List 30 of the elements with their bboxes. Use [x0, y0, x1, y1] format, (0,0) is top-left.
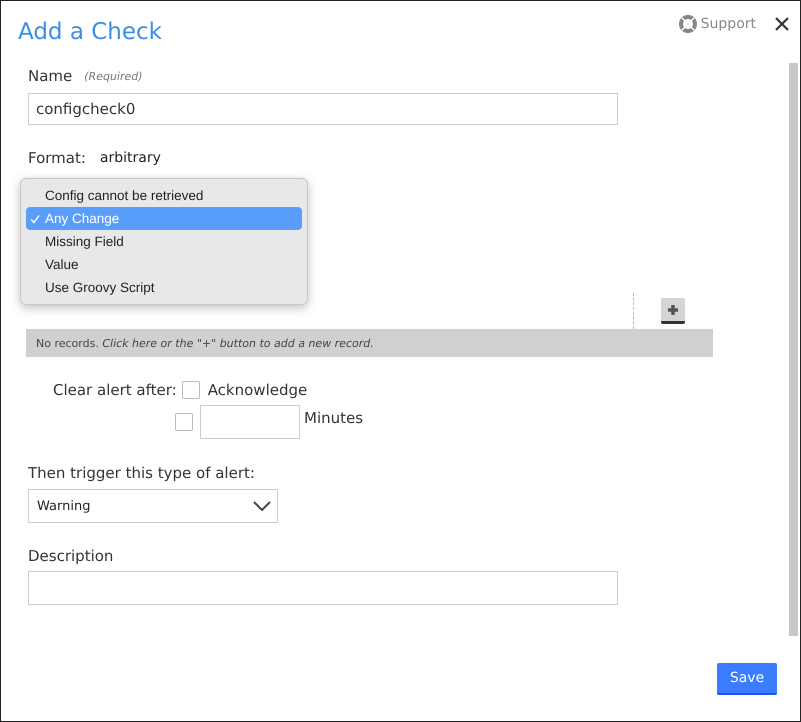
alert-type-select[interactable]: Warning [28, 489, 278, 523]
required-hint: (Required) [84, 70, 143, 82]
support-link[interactable]: Support [678, 15, 756, 33]
menu-option[interactable]: Missing Field [26, 230, 302, 253]
scrollbar[interactable] [789, 63, 798, 636]
minutes-field[interactable] [200, 405, 300, 439]
menu-option[interactable]: Use Groovy Script [26, 276, 302, 299]
minutes-checkbox[interactable] [175, 413, 193, 431]
acknowledge-checkbox[interactable] [182, 381, 200, 399]
minutes-label: Minutes [304, 409, 364, 427]
description-field[interactable] [28, 571, 618, 605]
name-field[interactable]: configcheck0 [28, 93, 618, 125]
checkmark-icon [30, 214, 40, 224]
save-button[interactable]: Save [717, 663, 777, 695]
close-icon[interactable] [774, 16, 790, 32]
format-value: arbitrary [100, 150, 161, 166]
acknowledge-label: Acknowledge [208, 381, 308, 399]
plus-icon [667, 304, 679, 316]
lifebuoy-icon [678, 15, 697, 33]
format-label: Format: [28, 149, 86, 167]
menu-option[interactable]: Config cannot be retrieved [26, 184, 302, 207]
description-label: Description [28, 547, 114, 565]
empty-records-message[interactable]: No records. Click here or the "+" button to add a new record. [26, 329, 713, 357]
add-record-button[interactable] [661, 298, 685, 324]
menu-option[interactable]: Value [26, 253, 302, 276]
name-label: Name [28, 67, 72, 85]
clear-alert-label: Clear alert after: [53, 381, 177, 399]
dialog-title: Add a Check [18, 19, 162, 45]
chevron-icon [253, 501, 271, 511]
alert-type-label: Then trigger this type of alert: [28, 464, 255, 482]
